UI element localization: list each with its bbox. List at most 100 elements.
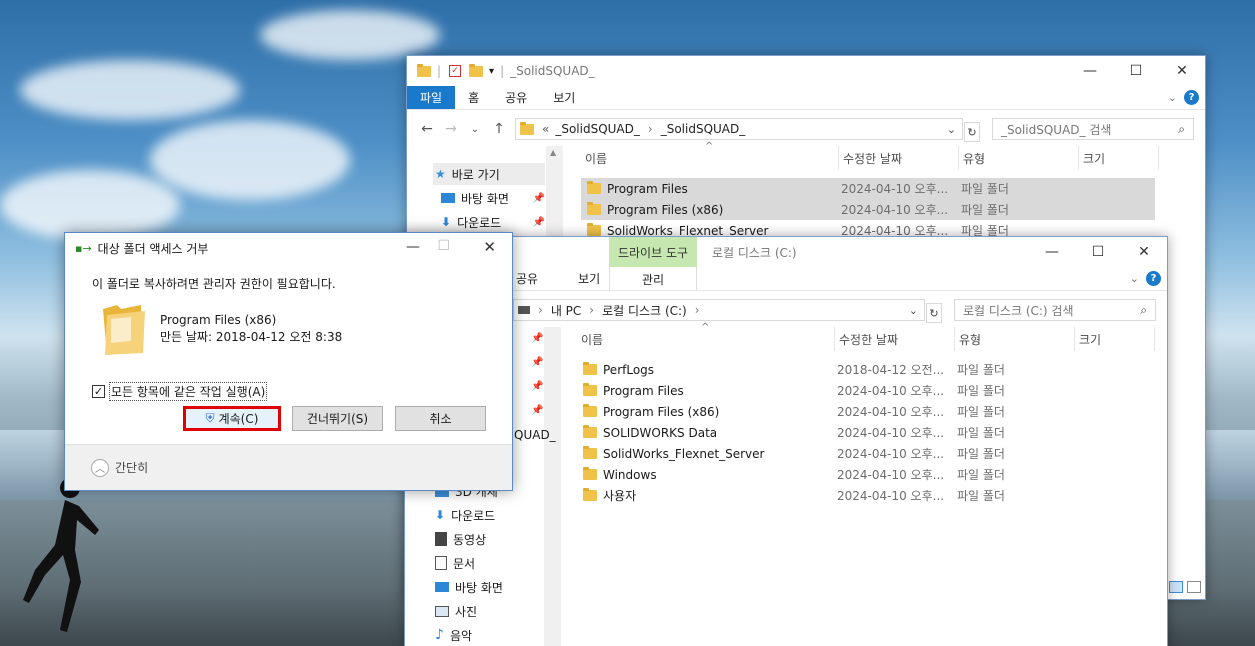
folder-icon (583, 404, 597, 417)
title-bar[interactable]: | ✓ ▾ | _SolidSQUAD_ — ☐ ✕ (407, 56, 1205, 86)
window-title: _SolidSQUAD_ (510, 64, 595, 78)
breadcrumb-item[interactable]: 로컬 디스크 (C:) (602, 302, 687, 319)
address-dropdown-icon[interactable]: ⌄ (947, 123, 956, 136)
properties-icon[interactable]: ✓ (449, 65, 462, 77)
refresh-icon[interactable]: ↻ (926, 303, 942, 323)
new-folder-icon[interactable] (469, 63, 484, 77)
table-row[interactable]: PerfLogs 2018-04-12 오전... 파일 폴더 (577, 359, 1151, 380)
tab-view[interactable]: 보기 (540, 86, 588, 109)
address-dropdown-icon[interactable]: ⌄ (909, 304, 918, 317)
context-tab-drive-tools[interactable]: 드라이브 도구 (609, 237, 697, 267)
table-row[interactable]: Program Files 2024-04-10 오후... 파일 폴더 (577, 380, 1151, 401)
access-denied-dialog[interactable]: ▪→ 대상 폴더 액세스 거부 — ☐ ✕ 이 폴더로 복사하려면 관리자 권한… (64, 232, 513, 491)
forward-arrow-icon[interactable]: → (439, 121, 463, 137)
computer-icon (518, 306, 530, 314)
sidebar-item-downloads[interactable]: ⬇ 다운로드 (435, 504, 495, 526)
folder-icon (583, 467, 597, 480)
refresh-icon[interactable]: ↻ (964, 122, 980, 142)
table-row[interactable]: Program Files (x86) 2024-04-10 오후... 파일 … (581, 199, 1155, 220)
pin-icon: 📌 (531, 333, 544, 344)
scroll-up-icon[interactable]: ▲ (550, 148, 556, 157)
sidebar-item-downloads[interactable]: ⬇ 다운로드 📌 (441, 211, 545, 233)
address-bar[interactable]: « _SolidSQUAD_ › _SolidSQUAD_ ⌄ (515, 118, 963, 140)
title-bar[interactable]: 드라이브 도구 로컬 디스크 (C:) — ☐ ✕ (405, 237, 1167, 267)
continue-button[interactable]: ⛨ 계속(C) (183, 406, 281, 431)
minimize-icon[interactable]: — (1029, 237, 1075, 267)
sidebar-item-desktop[interactable]: 바탕 화면 📌 (441, 187, 545, 209)
column-date[interactable]: 수정한 날짜 (839, 146, 959, 170)
cancel-button[interactable]: 취소 (395, 406, 486, 431)
sidebar-item-documents[interactable]: 문서 (435, 552, 475, 574)
desktop-cloud (150, 120, 350, 200)
help-icon[interactable]: ? (1184, 90, 1199, 105)
tab-view[interactable]: 보기 (565, 267, 613, 290)
table-row[interactable]: Program Files (x86) 2024-04-10 오후... 파일 폴더 (577, 401, 1151, 422)
table-row[interactable]: SolidWorks_Flexnet_Server 2024-04-10 오후..… (577, 443, 1151, 464)
sidebar-item-solidsquad[interactable]: QUAD_ (514, 424, 556, 446)
item-date: 만든 날짜: 2018-04-12 오전 8:38 (160, 330, 343, 344)
breadcrumb-overflow[interactable]: « (542, 122, 549, 136)
apply-all-checkbox-row[interactable]: ✓ 모든 항목에 같은 작업 실행(A) (92, 382, 268, 401)
pin-icon: 📌 (532, 216, 545, 228)
tab-file[interactable]: 파일 (407, 86, 456, 109)
desktop-icon (435, 582, 449, 592)
details-view-icon[interactable] (1169, 581, 1183, 593)
close-icon[interactable]: ✕ (1121, 237, 1167, 267)
address-bar[interactable]: › 내 PC › 로컬 디스크 (C:) › ⌄ (513, 299, 925, 321)
minimize-icon[interactable]: — (1067, 56, 1113, 86)
breadcrumb-item[interactable]: 내 PC (551, 302, 581, 319)
table-row[interactable]: Program Files 2024-04-10 오후... 파일 폴더 (581, 178, 1155, 199)
sidebar-item-quick-access[interactable]: ★ 바로 가기 (433, 163, 545, 185)
close-icon[interactable]: ✕ (1159, 56, 1205, 86)
chevron-up-icon[interactable]: ︿ (91, 458, 109, 477)
column-date[interactable]: 수정한 날짜 (835, 327, 955, 351)
sidebar-scrollbar[interactable] (544, 327, 561, 646)
breadcrumb-separator-icon: › (589, 303, 595, 317)
close-icon[interactable]: ✕ (483, 238, 496, 256)
minimize-icon[interactable]: — (406, 239, 420, 255)
tab-home[interactable]: 홈 (455, 86, 492, 109)
folder-icon (417, 63, 431, 77)
expand-ribbon-icon[interactable]: ⌄ (1168, 91, 1177, 104)
large-icons-view-icon[interactable] (1187, 581, 1201, 593)
uac-shield-icon: ⛨ (205, 411, 215, 425)
column-type[interactable]: 유형 (959, 146, 1079, 170)
back-arrow-icon[interactable]: ← (415, 121, 439, 137)
apply-all-label[interactable]: 모든 항목에 같은 작업 실행(A) (109, 382, 268, 401)
expand-ribbon-icon[interactable]: ⌄ (1130, 272, 1139, 285)
column-size[interactable]: 크기 (1075, 327, 1155, 351)
table-row[interactable]: SOLIDWORKS Data 2024-04-10 오후... 파일 폴더 (577, 422, 1151, 443)
copy-icon: ▪→ (75, 241, 92, 255)
search-icon: ⌕ (1178, 121, 1185, 136)
search-input[interactable]: _SolidSQUAD_ 검색 ⌕ (992, 118, 1194, 140)
help-icon[interactable]: ? (1146, 271, 1161, 286)
folder-icon (583, 425, 597, 438)
breadcrumb-item[interactable]: _SolidSQUAD_ (555, 122, 640, 136)
sidebar-item-pictures[interactable]: 사진 (435, 600, 477, 622)
skip-button[interactable]: 건너뛰기(S) (292, 406, 383, 431)
column-type[interactable]: 유형 (955, 327, 1075, 351)
table-row[interactable]: Windows 2024-04-10 오후... 파일 폴더 (577, 464, 1151, 485)
maximize-icon[interactable]: ☐ (1075, 237, 1121, 267)
folder-icon (583, 362, 597, 375)
up-arrow-icon[interactable]: ↑ (487, 121, 511, 137)
breadcrumb-item[interactable]: _SolidSQUAD_ (661, 122, 746, 136)
recent-dropdown-icon[interactable]: ⌄ (463, 124, 487, 135)
sidebar-item-desktop[interactable]: 바탕 화면 (435, 576, 503, 598)
dialog-title-bar[interactable]: ▪→ 대상 폴더 액세스 거부 — ☐ ✕ (65, 233, 512, 263)
table-row[interactable]: 사용자 2024-04-10 오후... 파일 폴더 (577, 485, 1151, 506)
sidebar-item-videos[interactable]: 동영상 (435, 528, 486, 550)
apply-all-checkbox[interactable]: ✓ (92, 385, 105, 398)
column-size[interactable]: 크기 (1079, 146, 1159, 170)
customize-dropdown-icon[interactable]: ▾ (489, 66, 494, 77)
tab-manage[interactable]: 관리 (609, 267, 697, 291)
sidebar-item-music[interactable]: ♪ 음악 (435, 624, 472, 646)
folder-large-icon (103, 305, 145, 355)
dialog-message: 이 폴더로 복사하려면 관리자 권한이 필요합니다. (92, 277, 336, 291)
less-details-link[interactable]: 간단히 (115, 459, 148, 476)
search-input[interactable]: 로컬 디스크 (C:) 검색 ⌕ (954, 299, 1156, 321)
explorer-window-front[interactable]: 드라이브 도구 로컬 디스크 (C:) — ☐ ✕ 공유 보기 관리 ⌄ ? ›… (404, 236, 1168, 646)
pin-icon: 📌 (531, 405, 544, 416)
tab-share[interactable]: 공유 (492, 86, 540, 109)
maximize-icon[interactable]: ☐ (1113, 56, 1159, 86)
